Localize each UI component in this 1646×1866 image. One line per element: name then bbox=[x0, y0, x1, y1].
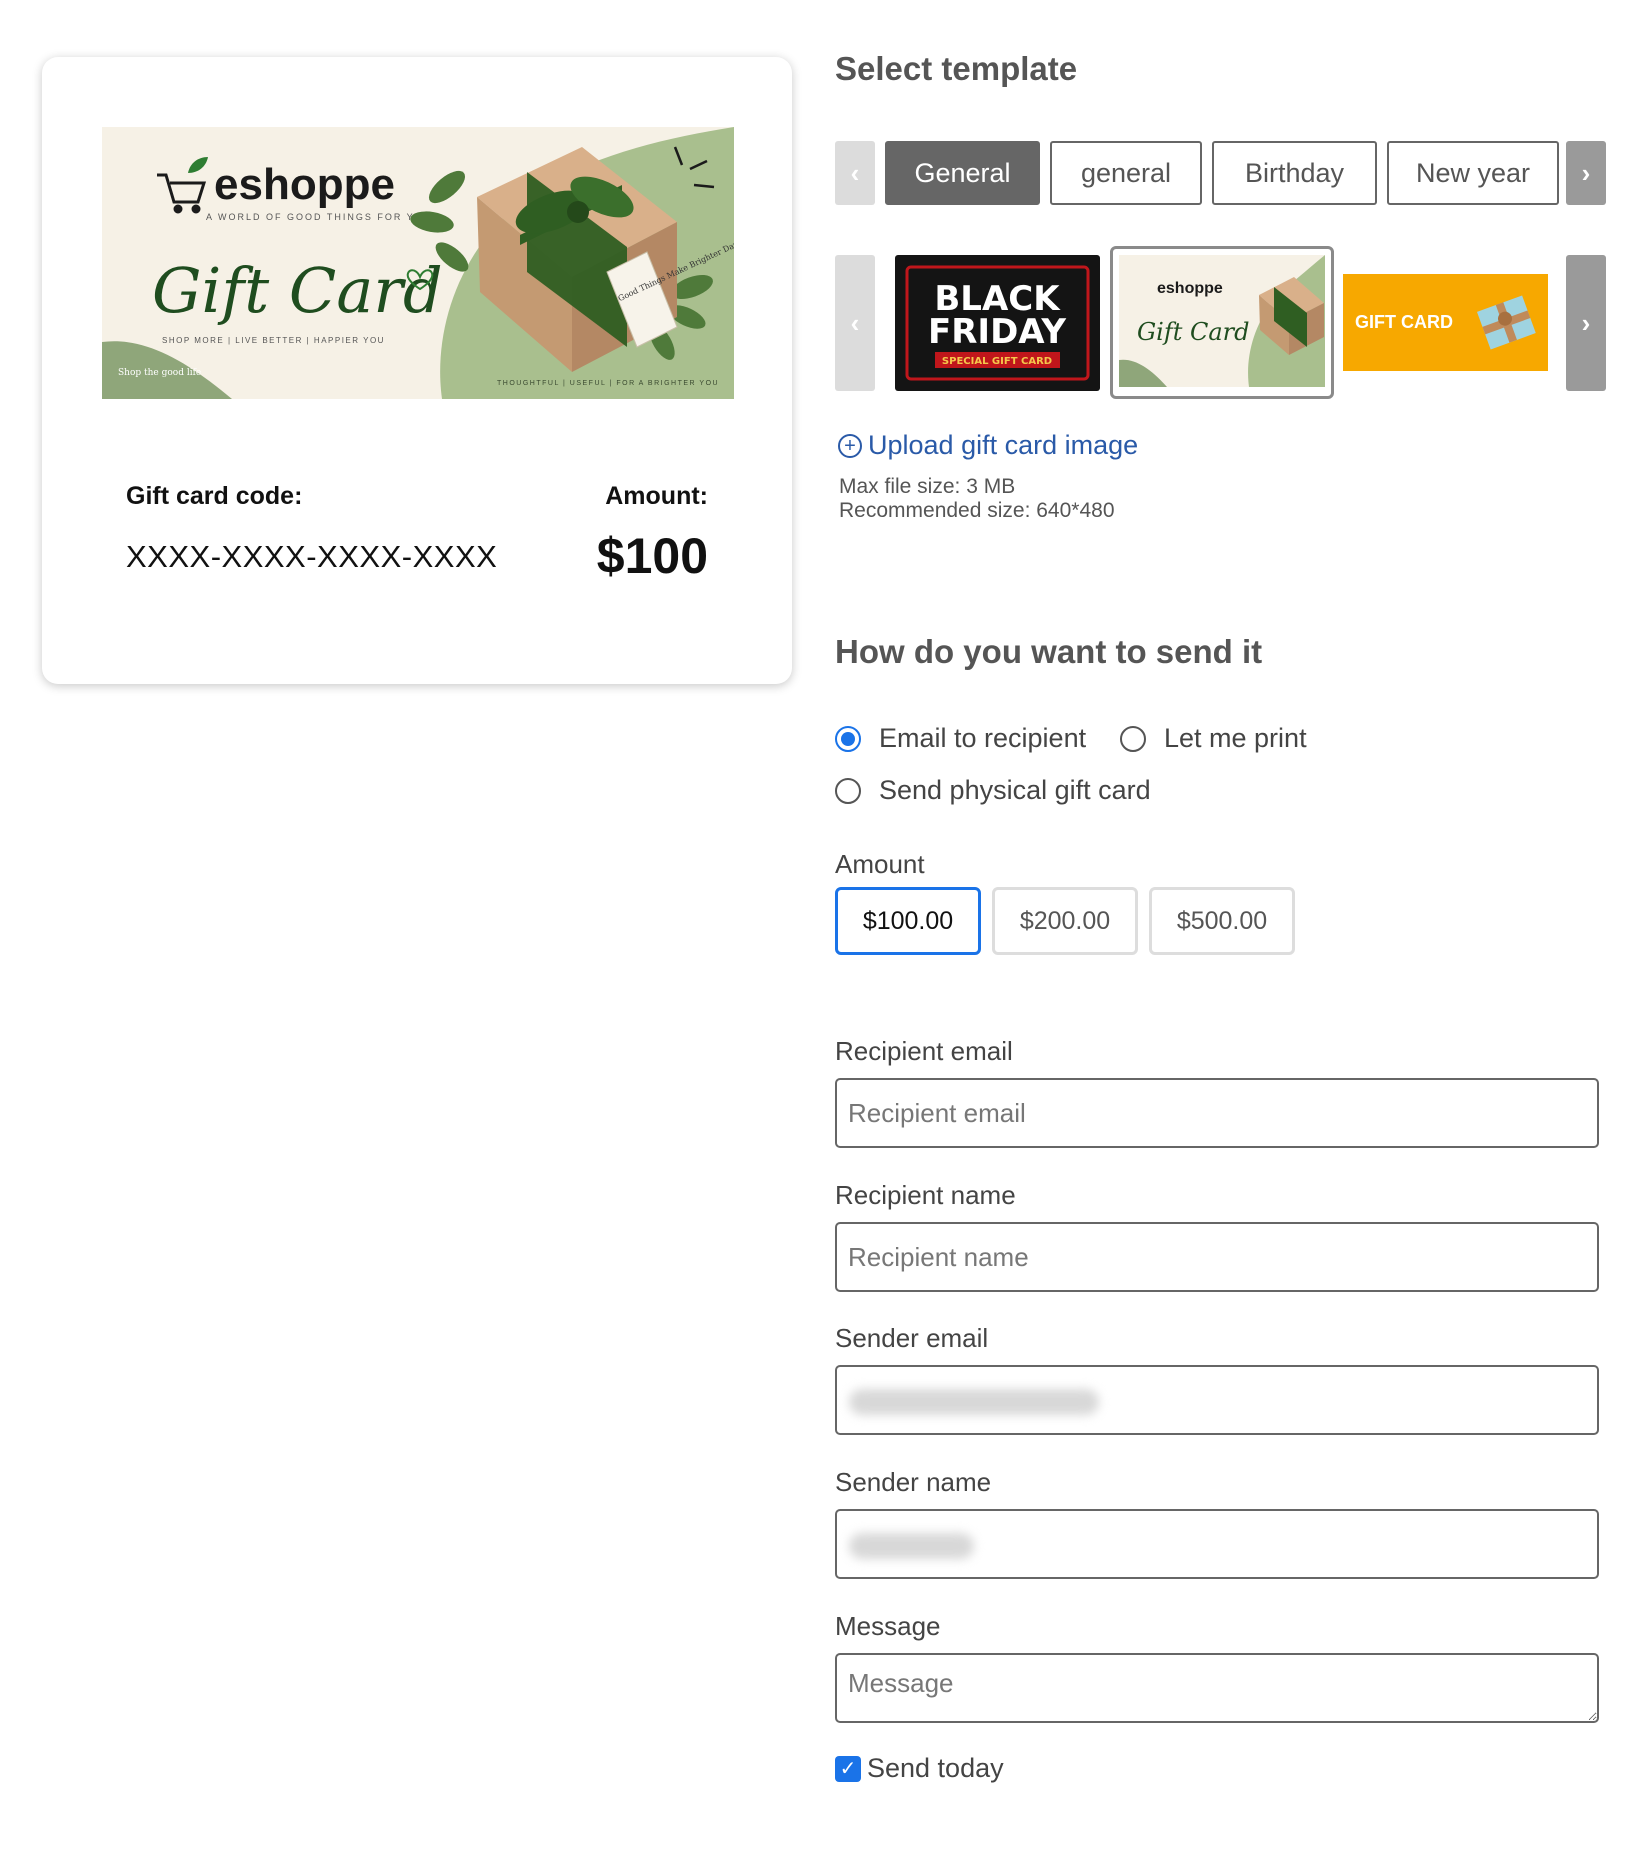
gift-card-preview: eshoppe A WORLD OF GOOD THINGS FOR YOU G… bbox=[42, 57, 792, 684]
recipient-email-input[interactable] bbox=[835, 1078, 1599, 1148]
amount-option-100[interactable]: $100.00 bbox=[835, 887, 981, 955]
thumbnail-next-button[interactable]: › bbox=[1566, 255, 1606, 391]
amount-label: Amount bbox=[835, 849, 925, 879]
message-label: Message bbox=[835, 1611, 941, 1641]
upload-link-label: Upload gift card image bbox=[868, 430, 1139, 460]
card-footer-text: THOUGHTFUL | USEFUL | FOR A BRIGHTER YOU bbox=[497, 380, 719, 387]
template-category-new-year[interactable]: New year bbox=[1387, 141, 1559, 205]
sender-email-redacted-value bbox=[849, 1389, 1099, 1415]
template-thumbnail-gift-card-orange[interactable]: GIFT CARD bbox=[1343, 274, 1548, 371]
recipient-name-label: Recipient name bbox=[835, 1180, 1016, 1210]
plus-circle-icon: + bbox=[838, 433, 862, 458]
amount-option-500[interactable]: $500.00 bbox=[1149, 887, 1295, 955]
sender-name-label: Sender name bbox=[835, 1467, 992, 1497]
gift-card-script: Gift Card bbox=[152, 254, 443, 327]
category-next-button[interactable]: › bbox=[1566, 141, 1606, 205]
sender-name-redacted-value bbox=[849, 1533, 974, 1559]
recipient-name-input[interactable] bbox=[835, 1222, 1599, 1292]
template-thumbnail-eshoppe-selected[interactable]: eshoppe Gift Card bbox=[1110, 246, 1334, 399]
max-file-size-hint: Max file size: 3 MB bbox=[839, 475, 1016, 498]
recommended-size-hint: Recommended size: 640*480 bbox=[839, 499, 1115, 522]
option-let-me-print-label: Let me print bbox=[1164, 723, 1307, 753]
amount-option-200[interactable]: $200.00 bbox=[992, 887, 1138, 955]
brand-tagline: A WORLD OF GOOD THINGS FOR YOU bbox=[206, 212, 432, 222]
send-today-checkbox[interactable]: ✓ bbox=[835, 1755, 861, 1782]
svg-text:FRIDAY: FRIDAY bbox=[928, 312, 1066, 352]
thumbnail-prev-button[interactable]: ‹ bbox=[835, 255, 875, 391]
gift-card-amount-label: Amount: bbox=[605, 482, 708, 510]
sender-email-input[interactable] bbox=[835, 1365, 1599, 1435]
svg-text:GIFT CARD: GIFT CARD bbox=[1355, 312, 1453, 332]
option-email-to-recipient[interactable]: Email to recipient bbox=[835, 723, 1086, 754]
brand-logo-text: eshoppe bbox=[214, 160, 395, 209]
sender-email-label: Sender email bbox=[835, 1323, 989, 1353]
recipient-email-label: Recipient email bbox=[835, 1036, 1013, 1066]
radio-send-physical-gift-card[interactable] bbox=[835, 777, 861, 804]
gift-card-preview-image: eshoppe A WORLD OF GOOD THINGS FOR YOU G… bbox=[102, 127, 734, 399]
message-textarea[interactable] bbox=[835, 1653, 1599, 1723]
card-corner-text: Shop the good life bbox=[118, 368, 201, 378]
template-category-general-lower[interactable]: general bbox=[1050, 141, 1202, 205]
upload-gift-card-image-link[interactable]: + Upload gift card image bbox=[838, 430, 1138, 461]
card-slogans: SHOP MORE | LIVE BETTER | HAPPIER YOU bbox=[162, 336, 385, 345]
category-prev-button[interactable]: ‹ bbox=[835, 141, 875, 205]
svg-text:eshoppe: eshoppe bbox=[1157, 280, 1223, 297]
option-send-physical-gift-card[interactable]: Send physical gift card bbox=[835, 775, 1151, 806]
gift-card-amount-value: $100 bbox=[596, 528, 708, 584]
send-method-title: How do you want to send it bbox=[835, 633, 1263, 670]
option-let-me-print[interactable]: Let me print bbox=[1120, 723, 1307, 754]
svg-text:SPECIAL GIFT CARD: SPECIAL GIFT CARD bbox=[942, 356, 1052, 367]
template-category-birthday[interactable]: Birthday bbox=[1212, 141, 1377, 205]
template-thumbnail-black-friday[interactable]: BLACK FRIDAY SPECIAL GIFT CARD bbox=[895, 255, 1100, 391]
gift-card-code-value: XXXX-XXXX-XXXX-XXXX bbox=[126, 539, 498, 574]
gift-card-code-label: Gift card code: bbox=[126, 482, 303, 510]
send-today-option[interactable]: ✓ Send today bbox=[835, 1753, 1004, 1784]
sender-name-input[interactable] bbox=[835, 1509, 1599, 1579]
option-email-to-recipient-label: Email to recipient bbox=[879, 723, 1087, 753]
select-template-title: Select template bbox=[835, 50, 1078, 87]
send-today-label: Send today bbox=[867, 1753, 1004, 1783]
option-send-physical-gift-card-label: Send physical gift card bbox=[879, 775, 1151, 805]
radio-email-to-recipient[interactable] bbox=[835, 725, 861, 752]
template-category-general[interactable]: General bbox=[885, 141, 1040, 205]
radio-let-me-print[interactable] bbox=[1120, 725, 1146, 752]
svg-text:Gift Card: Gift Card bbox=[1137, 318, 1250, 346]
